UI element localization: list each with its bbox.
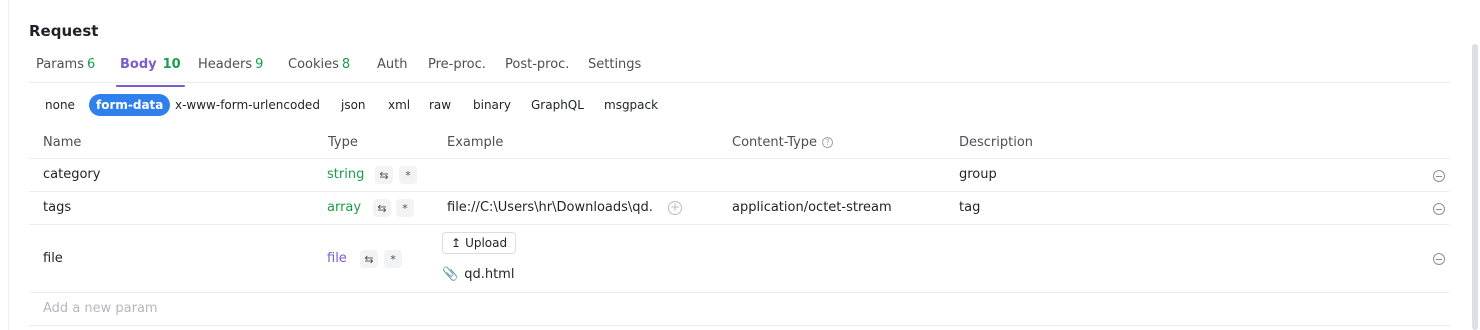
tab-label: Headers [198, 57, 253, 72]
param-example[interactable]: file://C:\Users\hr\Downloads\qd.h [447, 200, 652, 215]
upload-button[interactable]: ↥ Upload [442, 232, 517, 254]
tab-label: Settings [588, 57, 642, 72]
tab-count: 9 [255, 57, 264, 72]
body-type-form-data[interactable]: form-data [89, 94, 171, 116]
column-content-type-label: Content-Type [732, 135, 818, 150]
minus-circle-icon[interactable] [1433, 253, 1445, 265]
param-name[interactable]: tags [43, 200, 71, 215]
request-tabs: Params 6 Body 10 Headers 9 Cookies 8 Auth Pr… [29, 54, 1450, 87]
table-row: tags array ⇆ * file://C:\Users\hr\Downlo… [29, 192, 1450, 225]
tab-cookies[interactable]: Cookies 8 [288, 57, 350, 86]
param-description[interactable]: tag [959, 200, 980, 215]
settings-toggle-icon[interactable]: ⇆ [360, 250, 378, 268]
column-description: Description [959, 135, 1034, 150]
tab-settings[interactable]: Settings [588, 57, 641, 86]
body-type-msgpack[interactable]: msgpack [604, 94, 658, 116]
param-type[interactable]: array [327, 200, 361, 215]
vertical-scrollbar[interactable] [1472, 44, 1478, 330]
settings-toggle-icon[interactable]: ⇆ [373, 199, 391, 217]
param-name[interactable]: file [43, 251, 63, 266]
tab-label: Post-proc. [505, 57, 570, 72]
table-row: category string ⇆ * group [29, 159, 1450, 192]
tab-label: Auth [377, 57, 408, 72]
tab-pre-processors[interactable]: Pre-proc. [428, 57, 486, 86]
paperclip-icon: 📎 [442, 267, 459, 282]
body-type-binary[interactable]: binary [473, 94, 511, 116]
request-panel: Request Params 6 Body 10 Headers 9 Cookies 8… [8, 0, 1470, 330]
tab-count: 8 [341, 57, 351, 72]
table-row: file file ⇆ * ↥ Upload 📎 qd.html [29, 225, 1450, 293]
body-type-none[interactable]: none [45, 94, 75, 116]
tab-post-processors[interactable]: Post-proc. [505, 57, 569, 86]
param-description[interactable]: group [959, 167, 997, 182]
body-type-json[interactable]: json [341, 94, 366, 116]
body-type-raw[interactable]: raw [429, 94, 451, 116]
question-circle-icon[interactable]: ? [822, 137, 834, 148]
param-name[interactable]: category [43, 167, 100, 182]
settings-toggle-icon[interactable]: ⇆ [375, 166, 393, 184]
tab-headers[interactable]: Headers 9 [198, 57, 263, 86]
minus-circle-icon[interactable] [1433, 203, 1445, 215]
param-content-type[interactable]: application/octet-stream [732, 200, 892, 215]
asterisk-icon[interactable]: * [384, 250, 402, 268]
asterisk-icon[interactable]: * [399, 166, 417, 184]
minus-circle-icon[interactable] [1433, 170, 1445, 182]
upload-icon: ↥ [451, 236, 462, 250]
asterisk-icon[interactable]: * [396, 199, 414, 217]
attached-file[interactable]: 📎 qd.html [442, 267, 514, 282]
column-type: Type [328, 135, 358, 150]
attached-file-name: qd.html [464, 267, 515, 282]
param-type[interactable]: string [327, 167, 364, 182]
body-type-graphql[interactable]: GraphQL [531, 94, 584, 116]
body-type-urlencoded[interactable]: x-www-form-urlencoded [175, 94, 320, 116]
column-example: Example [447, 135, 504, 150]
tab-count: 6 [86, 57, 96, 72]
tab-auth[interactable]: Auth [377, 57, 407, 86]
table-header: Name Type Example Content-Type? Descript… [29, 126, 1450, 159]
tab-count: 10 [162, 57, 181, 72]
upload-label: Upload [465, 236, 508, 250]
tab-label: Pre-proc. [428, 57, 486, 72]
plus-circle-icon[interactable]: + [668, 201, 682, 215]
add-param-input[interactable]: Add a new param [43, 301, 158, 316]
tab-body[interactable]: Body 10 [116, 57, 185, 87]
add-param-row: Add a new param [29, 293, 1450, 326]
request-title: Request [29, 22, 99, 40]
tab-label: Cookies [288, 57, 339, 72]
column-name: Name [43, 135, 82, 150]
tab-label: Params [36, 57, 84, 72]
tab-label: Body [120, 57, 157, 72]
param-type[interactable]: file [327, 251, 347, 266]
tab-params[interactable]: Params 6 [36, 57, 95, 86]
body-type-xml[interactable]: xml [388, 94, 410, 116]
column-content-type: Content-Type? [732, 135, 834, 150]
